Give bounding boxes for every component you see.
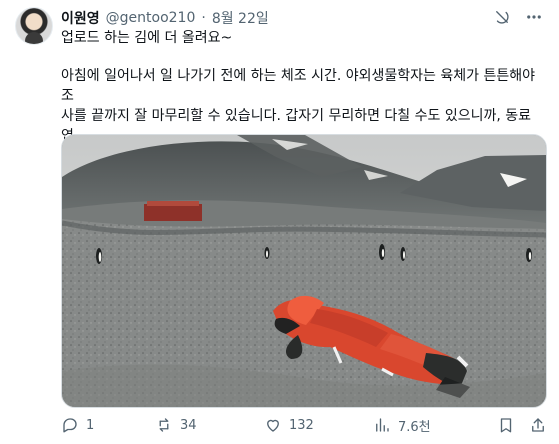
share-icon[interactable] bbox=[529, 416, 547, 434]
post-title: 업로드 하는 김에 더 올려요~ bbox=[61, 30, 233, 46]
date-separator: · bbox=[201, 10, 206, 26]
secondary-actions bbox=[497, 416, 547, 434]
post-actions: 1 34 132 7.6천 bbox=[61, 413, 547, 437]
grok-icon[interactable] bbox=[493, 8, 511, 26]
reply-count: 1 bbox=[86, 417, 95, 433]
like-action[interactable]: 132 bbox=[264, 416, 373, 434]
top-actions bbox=[493, 8, 543, 26]
attached-photo[interactable] bbox=[61, 134, 547, 408]
post-header: 이원영 @gentoo210 · 8월 22일 bbox=[61, 8, 269, 28]
heart-icon bbox=[267, 419, 279, 432]
avatar[interactable] bbox=[15, 7, 53, 45]
view-count: 7.6천 bbox=[398, 419, 431, 435]
more-icon[interactable] bbox=[525, 8, 543, 26]
post-date[interactable]: 8월 22일 bbox=[212, 8, 269, 28]
like-count: 132 bbox=[289, 417, 314, 433]
repost-action[interactable]: 34 bbox=[155, 416, 264, 434]
reply-action[interactable]: 1 bbox=[61, 416, 155, 434]
reply-icon bbox=[63, 418, 77, 433]
bookmark-icon[interactable] bbox=[497, 416, 515, 434]
author-handle[interactable]: @gentoo210 bbox=[106, 10, 196, 26]
repost-count: 34 bbox=[180, 417, 197, 433]
author-name[interactable]: 이원영 bbox=[61, 8, 100, 28]
repost-icon bbox=[159, 418, 169, 432]
views-action[interactable]: 7.6천 bbox=[373, 416, 476, 435]
views-icon bbox=[376, 418, 389, 432]
